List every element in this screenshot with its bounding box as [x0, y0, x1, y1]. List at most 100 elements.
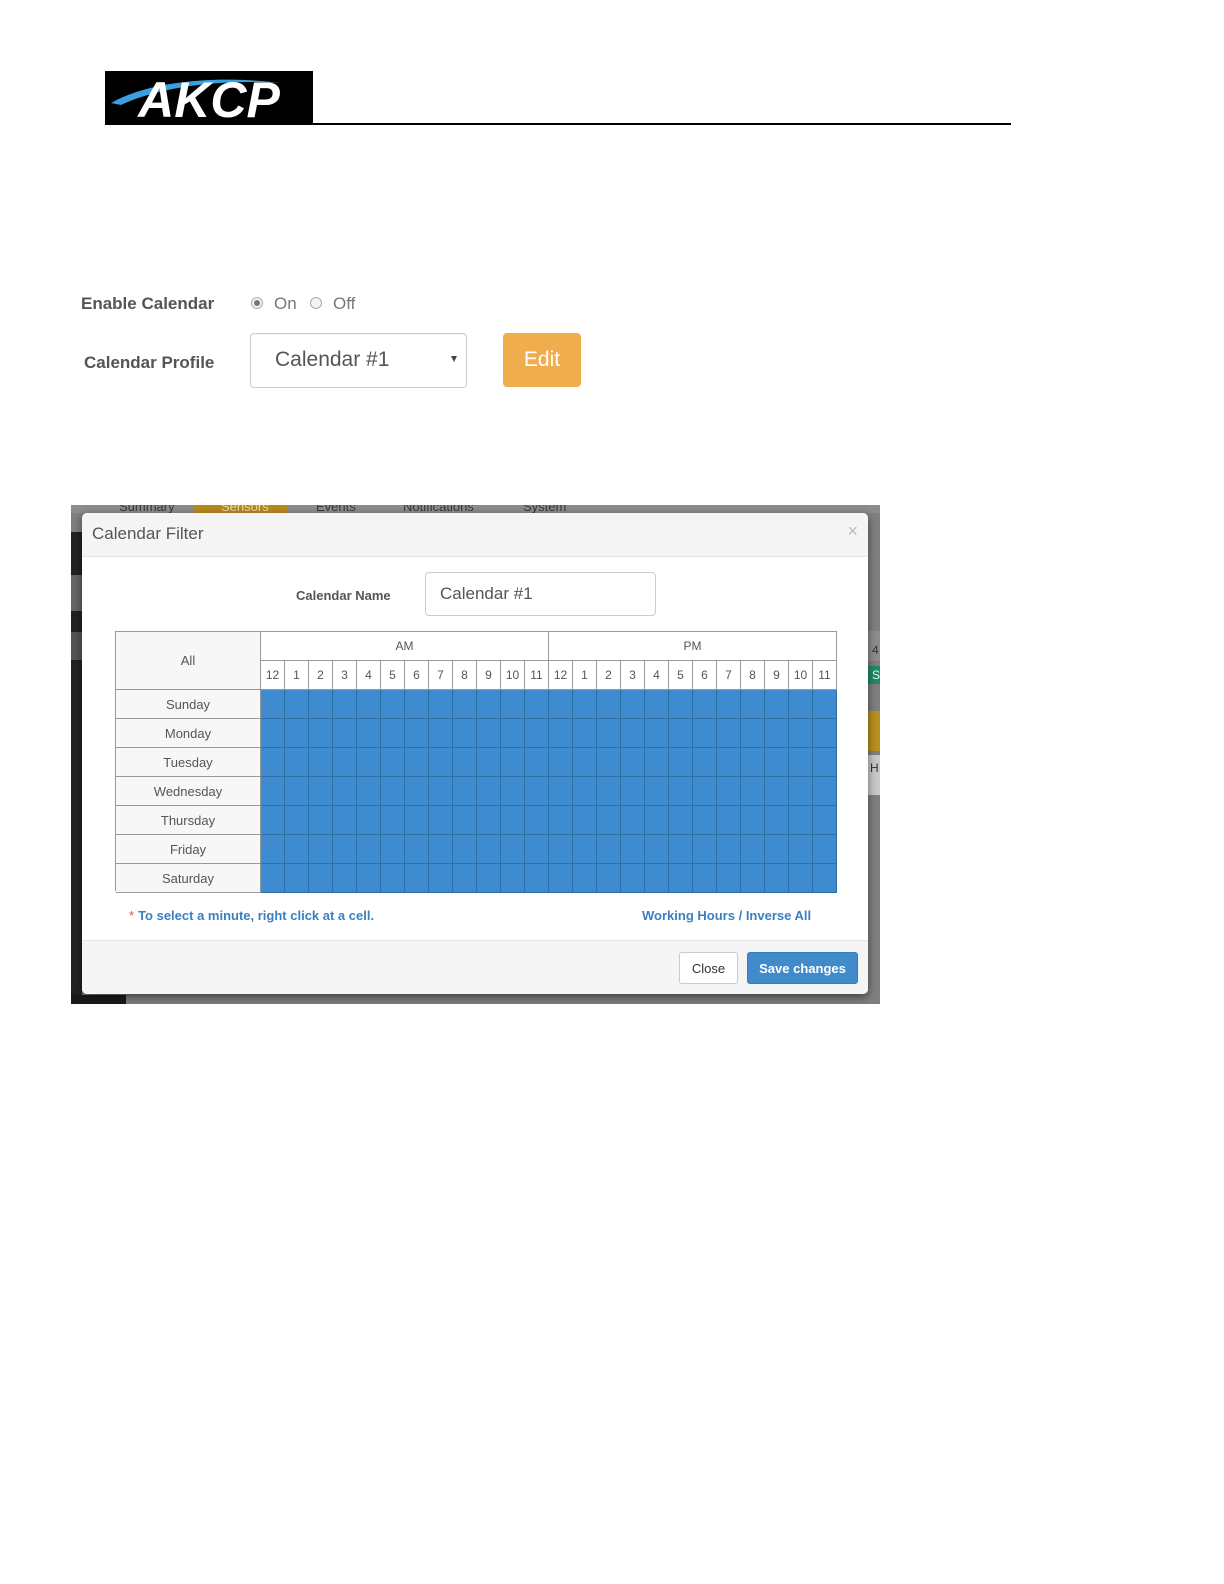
hour-cell[interactable] [549, 690, 573, 719]
hour-cell[interactable] [309, 748, 333, 777]
hour-cell[interactable] [525, 719, 549, 748]
hour-cell[interactable] [309, 864, 333, 893]
hour-cell[interactable] [309, 806, 333, 835]
hour-cell[interactable] [765, 719, 789, 748]
hour-cell[interactable] [405, 690, 429, 719]
hour-header[interactable]: 2 [597, 661, 621, 690]
hour-header[interactable]: 1 [573, 661, 597, 690]
hour-cell[interactable] [285, 835, 309, 864]
hour-cell[interactable] [597, 719, 621, 748]
close-button[interactable]: Close [679, 952, 738, 984]
hour-cell[interactable] [621, 777, 645, 806]
close-icon[interactable]: × [847, 521, 858, 542]
hour-cell[interactable] [429, 806, 453, 835]
hour-cell[interactable] [453, 719, 477, 748]
am-header[interactable]: AM [261, 632, 549, 661]
hour-cell[interactable] [717, 777, 741, 806]
day-label[interactable]: Tuesday [116, 748, 261, 777]
hour-cell[interactable] [333, 806, 357, 835]
hour-header[interactable]: 3 [621, 661, 645, 690]
hour-cell[interactable] [405, 748, 429, 777]
hour-cell[interactable] [549, 748, 573, 777]
hour-cell[interactable] [429, 864, 453, 893]
calendar-name-input[interactable]: Calendar #1 [425, 572, 656, 616]
hour-cell[interactable] [621, 864, 645, 893]
hour-cell[interactable] [765, 835, 789, 864]
hour-cell[interactable] [789, 748, 813, 777]
hour-cell[interactable] [765, 777, 789, 806]
hour-cell[interactable] [597, 806, 621, 835]
hour-cell[interactable] [597, 864, 621, 893]
hour-cell[interactable] [477, 719, 501, 748]
hour-cell[interactable] [357, 748, 381, 777]
hour-cell[interactable] [765, 690, 789, 719]
hour-cell[interactable] [597, 690, 621, 719]
hour-cell[interactable] [405, 806, 429, 835]
hour-cell[interactable] [717, 690, 741, 719]
hour-cell[interactable] [813, 719, 837, 748]
hour-cell[interactable] [717, 719, 741, 748]
hour-header[interactable]: 6 [693, 661, 717, 690]
working-hours-link[interactable]: Working Hours [642, 908, 735, 923]
hour-cell[interactable] [693, 806, 717, 835]
hour-cell[interactable] [549, 719, 573, 748]
hour-cell[interactable] [741, 690, 765, 719]
hour-cell[interactable] [693, 719, 717, 748]
inverse-all-link[interactable]: Inverse All [746, 908, 811, 923]
hour-cell[interactable] [789, 719, 813, 748]
hour-header[interactable]: 5 [669, 661, 693, 690]
hour-cell[interactable] [573, 806, 597, 835]
hour-cell[interactable] [669, 864, 693, 893]
hour-cell[interactable] [669, 719, 693, 748]
hour-cell[interactable] [501, 864, 525, 893]
hour-header[interactable]: 2 [309, 661, 333, 690]
hour-cell[interactable] [525, 690, 549, 719]
hour-cell[interactable] [597, 835, 621, 864]
hour-cell[interactable] [477, 835, 501, 864]
hour-cell[interactable] [669, 777, 693, 806]
hour-cell[interactable] [813, 864, 837, 893]
hour-cell[interactable] [573, 777, 597, 806]
hour-cell[interactable] [429, 719, 453, 748]
hour-cell[interactable] [285, 777, 309, 806]
hour-cell[interactable] [285, 719, 309, 748]
hour-cell[interactable] [333, 864, 357, 893]
hour-cell[interactable] [333, 719, 357, 748]
hour-cell[interactable] [333, 835, 357, 864]
day-label[interactable]: Sunday [116, 690, 261, 719]
hour-header[interactable]: 4 [645, 661, 669, 690]
hour-header[interactable]: 9 [765, 661, 789, 690]
hour-cell[interactable] [741, 748, 765, 777]
hour-cell[interactable] [717, 806, 741, 835]
hour-cell[interactable] [573, 864, 597, 893]
hour-cell[interactable] [261, 748, 285, 777]
hour-cell[interactable] [285, 748, 309, 777]
hour-cell[interactable] [573, 748, 597, 777]
hour-cell[interactable] [573, 835, 597, 864]
hour-cell[interactable] [645, 777, 669, 806]
hour-header[interactable]: 5 [381, 661, 405, 690]
hour-header[interactable]: 3 [333, 661, 357, 690]
hour-cell[interactable] [261, 806, 285, 835]
hour-cell[interactable] [573, 690, 597, 719]
hour-cell[interactable] [429, 690, 453, 719]
hour-header[interactable]: 8 [453, 661, 477, 690]
hour-cell[interactable] [285, 864, 309, 893]
hour-cell[interactable] [477, 806, 501, 835]
hour-cell[interactable] [501, 806, 525, 835]
hour-cell[interactable] [741, 777, 765, 806]
hour-cell[interactable] [453, 748, 477, 777]
calendar-profile-select[interactable]: Calendar #1 [250, 333, 467, 388]
hour-cell[interactable] [309, 719, 333, 748]
hour-cell[interactable] [741, 864, 765, 893]
hour-cell[interactable] [381, 690, 405, 719]
hour-header[interactable]: 7 [717, 661, 741, 690]
hour-cell[interactable] [549, 835, 573, 864]
hour-cell[interactable] [693, 748, 717, 777]
save-changes-button[interactable]: Save changes [747, 952, 858, 984]
hour-cell[interactable] [573, 719, 597, 748]
hour-cell[interactable] [717, 835, 741, 864]
hour-cell[interactable] [357, 835, 381, 864]
hour-cell[interactable] [621, 835, 645, 864]
hour-cell[interactable] [285, 690, 309, 719]
